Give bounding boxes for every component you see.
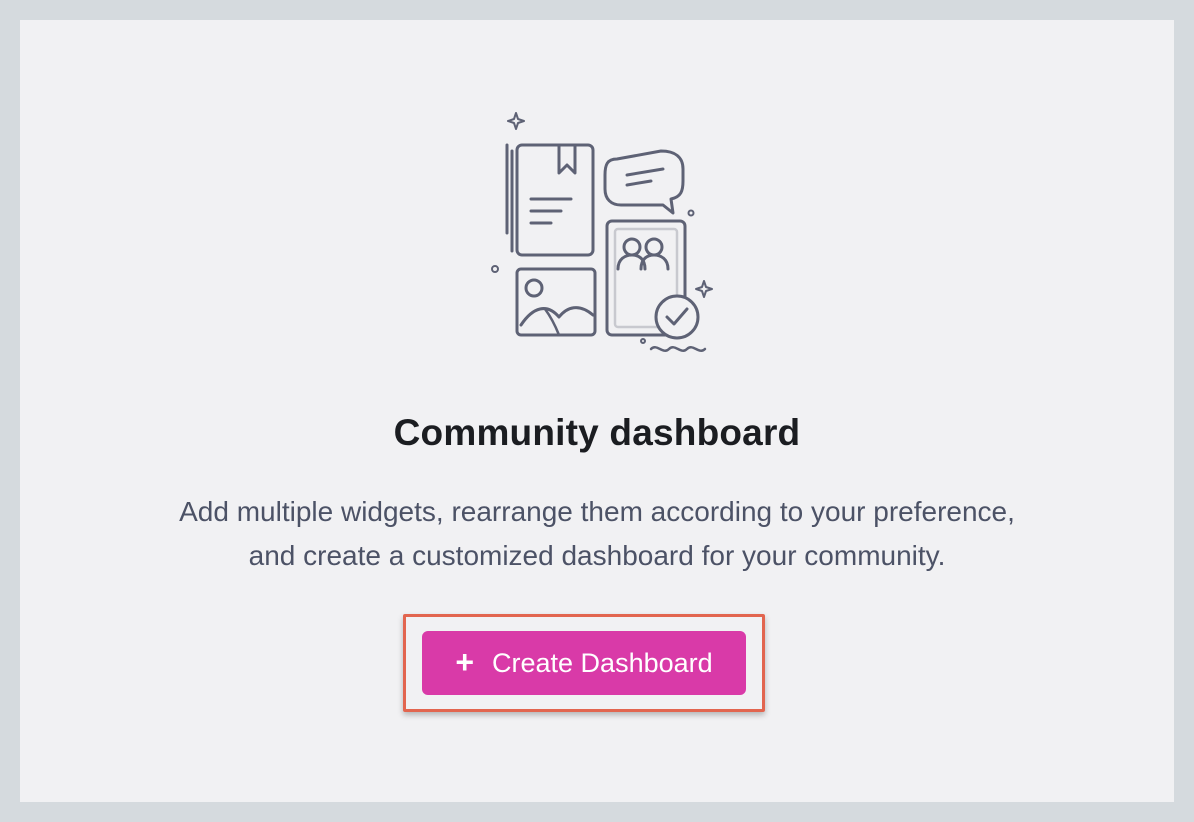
create-dashboard-label: Create Dashboard xyxy=(492,647,713,678)
dashboard-widgets-illustration-icon xyxy=(491,112,713,352)
empty-state-panel: Community dashboard Add multiple widgets… xyxy=(20,20,1174,802)
plus-icon: + xyxy=(455,643,475,680)
empty-state-description: Add multiple widgets, rearrange them acc… xyxy=(179,496,1015,571)
create-dashboard-button[interactable]: + Create Dashboard xyxy=(422,631,746,695)
page-title: Community dashboard xyxy=(393,412,801,453)
